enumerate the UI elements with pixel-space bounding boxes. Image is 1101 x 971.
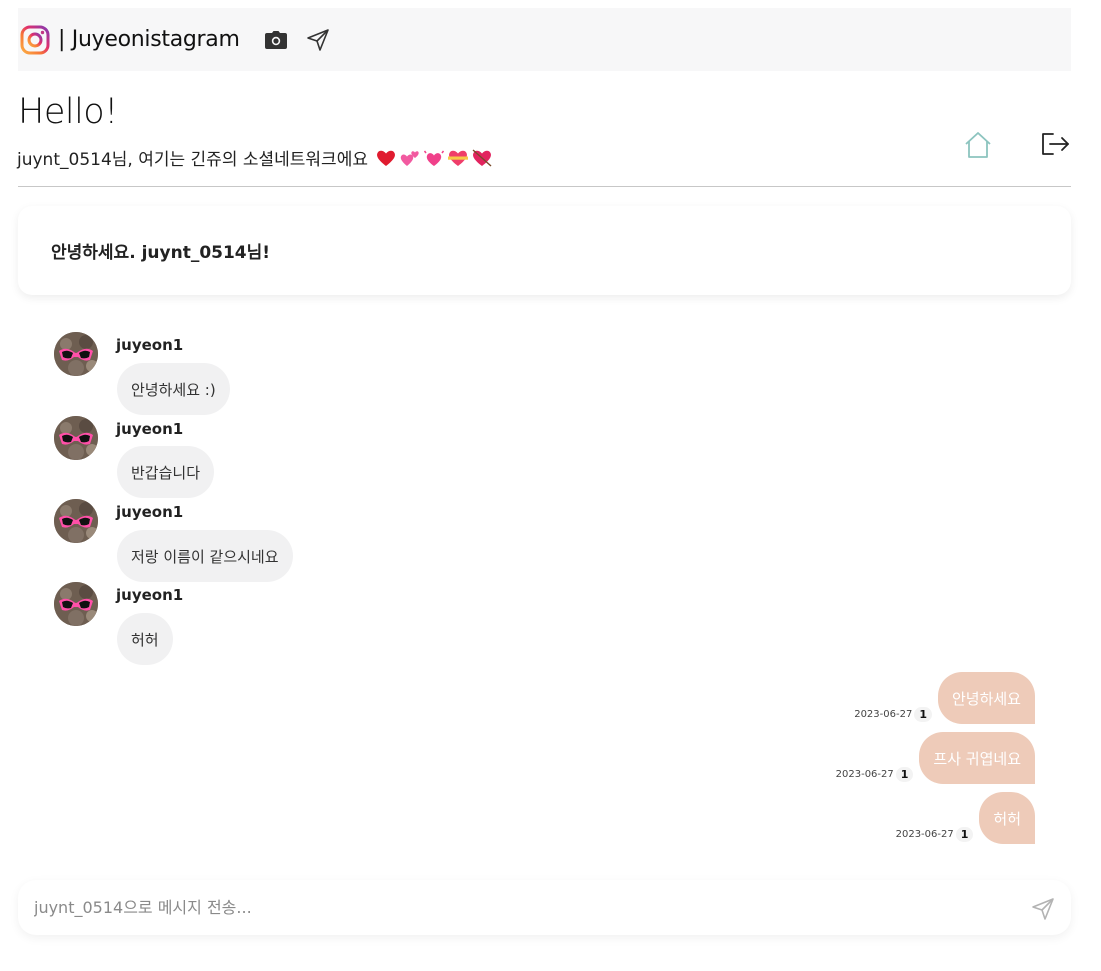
- avatar[interactable]: [54, 332, 98, 376]
- avatar[interactable]: [54, 416, 98, 460]
- message-bubble: 반갑습니다: [117, 446, 215, 498]
- message-composer: [18, 880, 1071, 935]
- unread-count: 1: [895, 767, 914, 782]
- message-input[interactable]: [32, 897, 1031, 918]
- outgoing-message: 2023-06-27 1 허허: [896, 792, 1035, 844]
- red-heart-icon: [377, 150, 395, 166]
- heart-emojis: [376, 148, 492, 167]
- greeting-card: 안녕하세요. juynt_0514님!: [18, 206, 1071, 295]
- instagram-logo-icon[interactable]: [20, 25, 50, 55]
- camera-icon[interactable]: [264, 30, 288, 50]
- heart-ribbon-icon: [447, 150, 468, 166]
- unread-count: 1: [914, 707, 932, 722]
- message-date: 2023-06-27: [895, 829, 954, 840]
- top-navbar: | Juyeonistagram: [18, 8, 1071, 71]
- message-meta: 2023-06-27 1: [854, 707, 932, 722]
- message-date: 2023-06-27: [835, 769, 894, 780]
- message-bubble: 허허: [117, 613, 173, 665]
- message-date: 2023-06-27: [854, 709, 913, 720]
- header-divider: [18, 186, 1071, 187]
- message-meta: 2023-06-27 1: [836, 767, 914, 782]
- avatar[interactable]: [54, 582, 98, 626]
- sender-name: juyeon1: [116, 420, 184, 438]
- message-bubble: 저랑 이름이 같으시네요: [117, 530, 293, 582]
- subtitle-text: juynt_0514님, 여기는 긴쥬의 소셜네트워크에요: [17, 150, 368, 170]
- outgoing-message: 2023-06-27 1 프사 귀엽네요: [836, 732, 1035, 784]
- heart-arrow-icon: [472, 148, 492, 167]
- unread-count: 1: [955, 827, 974, 842]
- outgoing-message: 2023-06-27 1 안녕하세요: [854, 672, 1035, 724]
- sender-name: juyeon1: [116, 586, 184, 604]
- message-bubble: 안녕하세요: [937, 672, 1035, 724]
- message-meta: 2023-06-27 1: [896, 827, 974, 842]
- message-bubble: 프사 귀엽네요: [919, 732, 1035, 784]
- brand-title[interactable]: | Juyeonistagram: [58, 27, 240, 52]
- page-title: Hello!: [18, 92, 118, 132]
- two-hearts-icon: [400, 150, 419, 166]
- logout-icon[interactable]: [1040, 131, 1070, 161]
- home-icon[interactable]: [963, 130, 993, 164]
- message-bubble: 안녕하세요 :): [117, 363, 230, 415]
- send-icon[interactable]: [1031, 897, 1055, 925]
- avatar[interactable]: [54, 499, 98, 543]
- beating-heart-icon: [423, 150, 444, 166]
- message-bubble: 허허: [979, 792, 1035, 844]
- sender-name: juyeon1: [116, 336, 184, 354]
- page-subtitle: juynt_0514님, 여기는 긴쥬의 소셜네트워크에요: [17, 145, 492, 170]
- send-icon[interactable]: [306, 28, 330, 52]
- sender-name: juyeon1: [116, 503, 184, 521]
- greeting-text: 안녕하세요. juynt_0514님!: [51, 243, 271, 263]
